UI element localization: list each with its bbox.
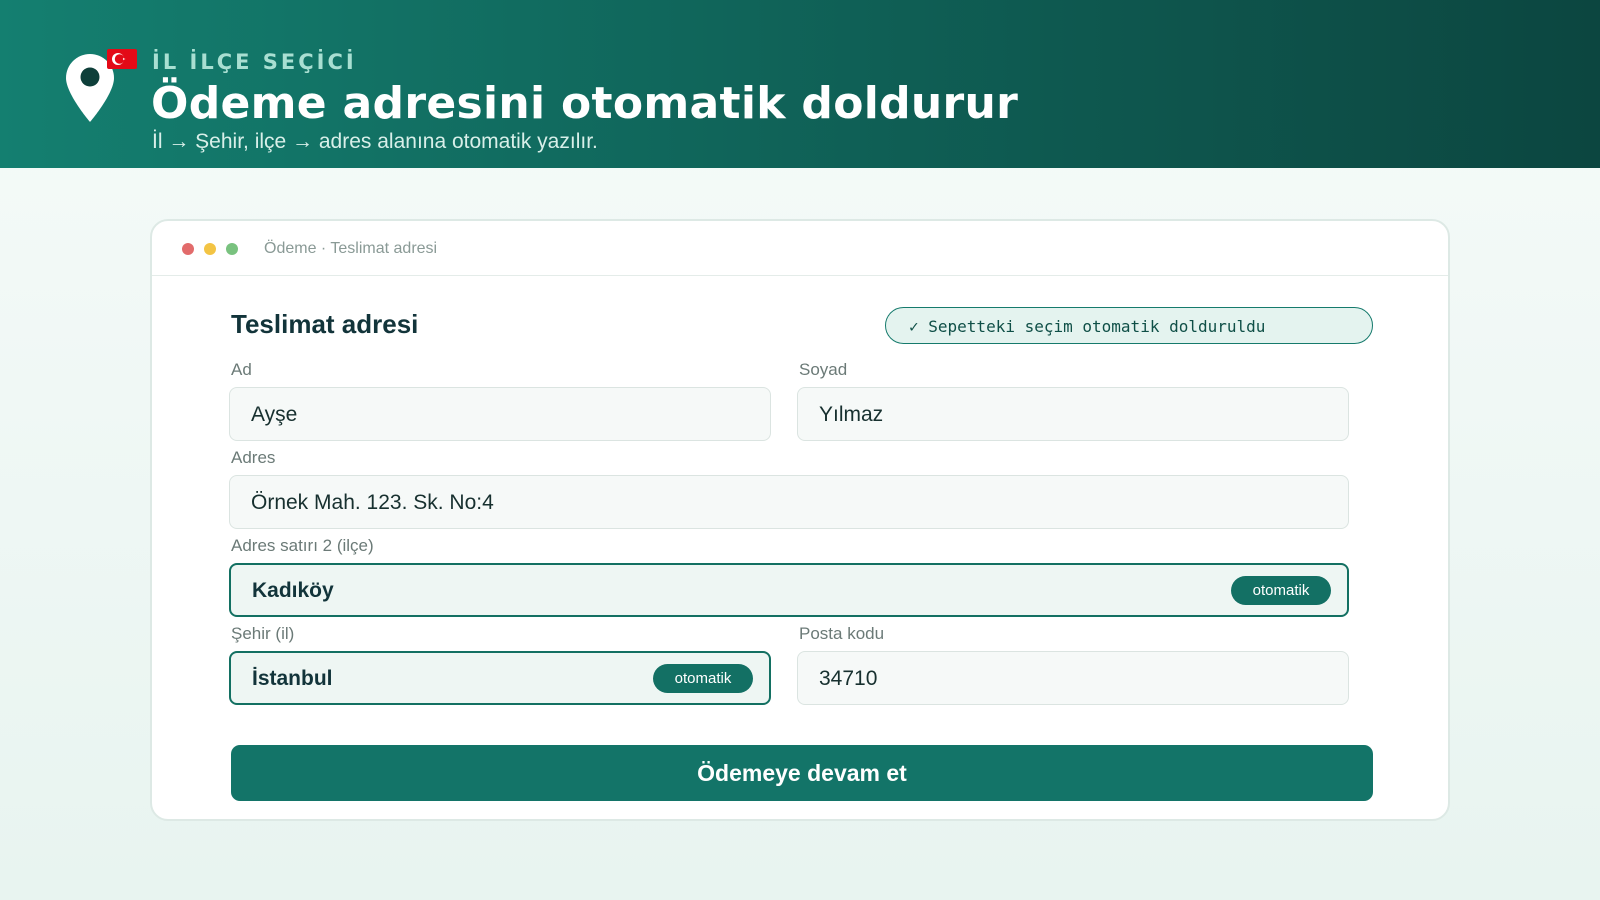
turkey-flag-icon [107,49,137,69]
city-input[interactable]: İstanbul otomatik [229,651,771,705]
postal-code-label: Posta kodu [799,624,885,643]
window-maximize-dot[interactable] [226,243,238,255]
breadcrumb: Ödeme · Teslimat adresi [264,240,438,257]
city-label: Şehir (il) [231,624,295,643]
window-titlebar: Ödeme · Teslimat adresi [152,221,1448,276]
continue-to-payment-button[interactable]: Ödemeye devam et [231,745,1373,801]
form-title: Teslimat adresi [231,309,419,339]
city-autofill-badge: otomatik [653,664,753,693]
first-name-input[interactable]: Ayşe [229,387,771,441]
window-close-dot[interactable] [182,243,194,255]
window-minimize-dot[interactable] [204,243,216,255]
address-input[interactable]: Örnek Mah. 123. Sk. No:4 [229,475,1349,529]
last-name-input[interactable]: Yılmaz [797,387,1349,441]
header-eyebrow: İL İLÇE SEÇİCİ [152,50,357,74]
district-input[interactable]: Kadıköy otomatik [229,563,1349,617]
district-autofill-badge: otomatik [1231,576,1331,605]
address-label: Adres [231,448,276,467]
city-value: İstanbul [252,667,333,690]
page-subtitle: İl → Şehir, ilçe → adres alanına otomati… [152,130,598,153]
page-title: Ödeme adresini otomatik doldurur [151,78,1019,129]
district-value: Kadıköy [252,579,334,602]
autofill-notice-badge: ✓ Sepetteki seçim otomatik dolduruldu [885,307,1373,344]
address2-label: Adres satırı 2 (ilçe) [231,536,374,555]
postal-code-input[interactable]: 34710 [797,651,1349,705]
header-banner: İL İLÇE SEÇİCİ Ödeme adresini otomatik d… [0,0,1600,168]
checkout-window: Ödeme · Teslimat adresi Teslimat adresi … [150,219,1450,821]
first-name-label: Ad [231,360,252,379]
last-name-label: Soyad [799,360,848,379]
